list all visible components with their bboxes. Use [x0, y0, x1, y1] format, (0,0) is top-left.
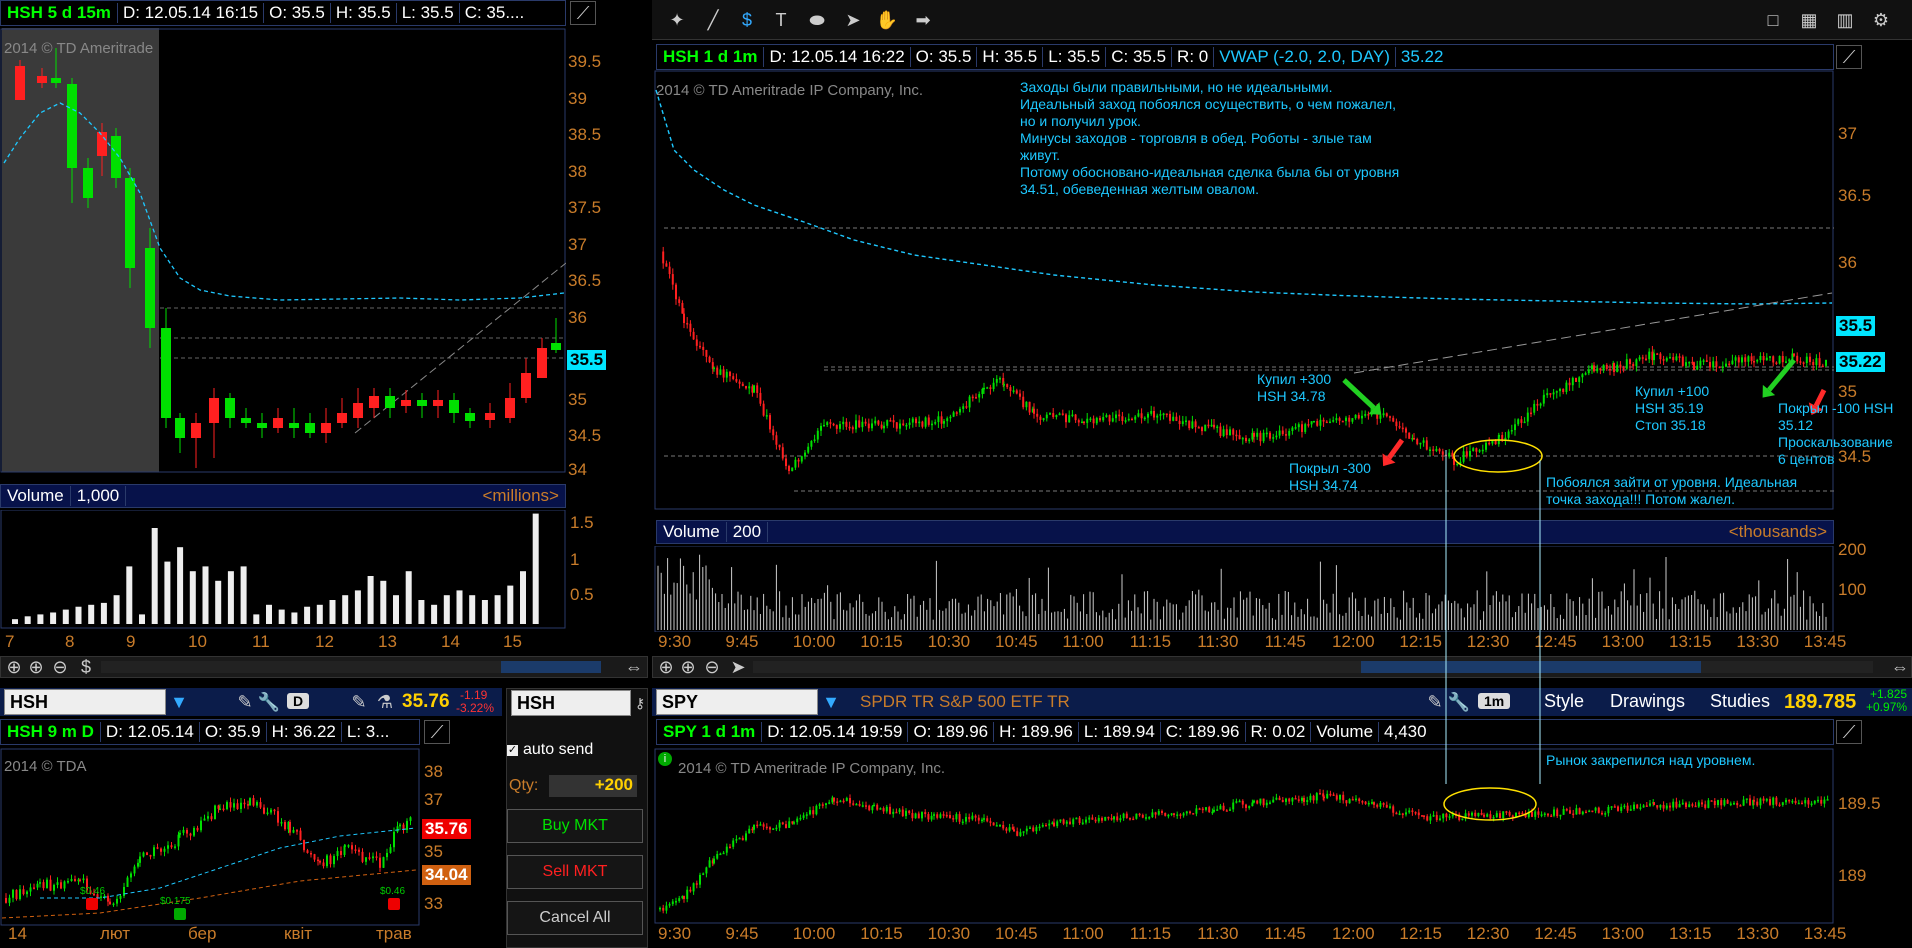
- annotation-vertical-lines: [1445, 450, 1541, 784]
